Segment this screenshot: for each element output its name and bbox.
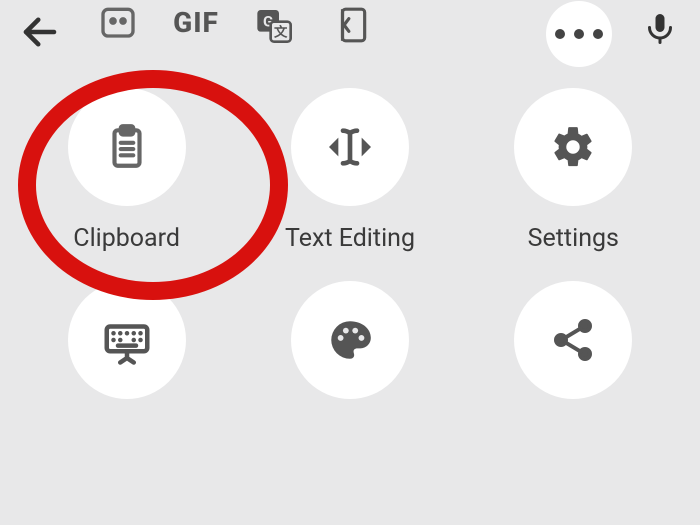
palette-icon: [325, 315, 375, 365]
gif-button[interactable]: GIF: [166, 0, 226, 52]
back-button[interactable]: [10, 2, 70, 62]
text-editing-circle: [291, 88, 409, 206]
sticker-button[interactable]: [88, 0, 148, 51]
settings-circle: [514, 88, 632, 206]
keyboard-tile[interactable]: [68, 281, 186, 417]
settings-tile[interactable]: Settings: [514, 88, 632, 253]
gif-icon: GIF: [173, 6, 219, 39]
clipboard-tile[interactable]: Clipboard: [68, 88, 186, 253]
theme-tile[interactable]: [291, 281, 409, 417]
svg-text:文: 文: [274, 24, 288, 41]
arrow-left-icon: [19, 11, 61, 53]
mic-icon: [642, 11, 678, 47]
one-handed-button[interactable]: [322, 0, 382, 55]
keyboard-icon: [100, 313, 154, 367]
translate-icon: G 文: [254, 5, 294, 45]
text-cursor-icon: [322, 119, 378, 175]
share-icon: [549, 316, 597, 364]
one-handed-icon: [333, 6, 371, 44]
keyboard-toolbar: GIF G 文: [0, 0, 700, 78]
sticker-icon: [98, 1, 138, 41]
tools-grid: Clipboard Text Editing Settings: [0, 78, 700, 417]
text-editing-tile[interactable]: Text Editing: [285, 88, 415, 253]
share-tile[interactable]: [514, 281, 632, 417]
more-icon: [555, 29, 603, 39]
translate-button[interactable]: G 文: [244, 0, 304, 55]
mic-button[interactable]: [630, 0, 690, 59]
text-editing-label: Text Editing: [285, 224, 415, 253]
theme-circle: [291, 281, 409, 399]
share-circle: [514, 281, 632, 399]
more-button[interactable]: [546, 1, 612, 67]
keyboard-circle: [68, 281, 186, 399]
clipboard-icon: [102, 122, 152, 172]
clipboard-label: Clipboard: [73, 224, 180, 253]
gear-icon: [550, 124, 596, 170]
clipboard-circle: [68, 88, 186, 206]
settings-label: Settings: [528, 224, 619, 253]
